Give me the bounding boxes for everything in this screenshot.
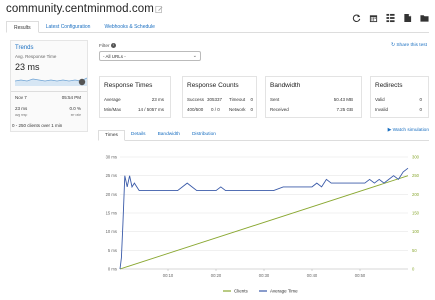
error-400-500-value: 0 / 0 (211, 107, 220, 112)
left-axis-tick-label: 15 ms (106, 211, 117, 216)
sent-label: Sent (270, 97, 280, 102)
network-label: Network (229, 107, 246, 112)
tab-latest-configuration[interactable]: Latest Configuration (39, 21, 98, 33)
trend-avg-resp: 23 ms (15, 106, 28, 111)
main-tabs: Results Latest Configuration Webhooks & … (6, 21, 429, 33)
share-link[interactable]: ↻ Share this test (391, 43, 427, 48)
left-axis-tick-label: 0 ms (108, 267, 117, 272)
valid-value: 0 (419, 97, 422, 102)
right-axis-tick-label: 300 (412, 155, 420, 160)
share-label: Share this test (396, 43, 427, 48)
right-axis-tick-label: 250 (412, 173, 420, 178)
tab-results[interactable]: Results (6, 21, 39, 33)
response-time-chart: 0 ms 5 ms 10 ms 15 ms 20 ms 25 ms 30 ms 0 50 100 1… (106, 155, 420, 294)
average-value: 23 ms (151, 97, 164, 102)
card-title-response-times: Response Times (104, 82, 153, 89)
x-axis-tick-label: 00:20 (211, 273, 222, 278)
bandwidth-card: Bandwidth Sent 50.43 MB Received 7.25 GB (265, 76, 362, 118)
average-label: Average (104, 97, 121, 102)
left-axis-tick-label: 20 ms (106, 192, 117, 197)
x-axis-tick-label: 00:40 (307, 273, 318, 278)
left-axis-tick-label: 25 ms (106, 173, 117, 178)
chart-tab-distribution[interactable]: Distribution (186, 130, 222, 141)
chart-tabs: Times Details Bandwidth Distribution (98, 130, 429, 141)
trend-marker (78, 78, 86, 86)
tab-webhooks-schedule[interactable]: Webhooks & Schedule (97, 21, 162, 33)
x-axis-tick-label: 00:50 (355, 273, 366, 278)
error-400-500-label: 400/500 (187, 107, 204, 112)
info-icon[interactable]: i (110, 43, 116, 48)
trends-panel[interactable]: Trends Avg. Response Time 23 ms Nov 7 05… (10, 40, 88, 132)
received-value: 7.25 GB (336, 107, 353, 112)
received-label: Received (270, 107, 289, 112)
trend-avg-resp-label: avg resp (15, 113, 28, 117)
trends-footer: 0 - 250 clients over 1 min (12, 123, 63, 128)
response-counts-card: Response Counts Success 305337 Timeout 0… (182, 76, 257, 118)
trend-err-rate: 0.0 % (69, 106, 81, 111)
trend-err-rate-label: err rate (70, 113, 81, 117)
timeout-label: Timeout (229, 97, 246, 102)
legend-label: Average Time (270, 289, 298, 294)
series-line-clients (119, 175, 409, 270)
response-times-card: Response Times Average 23 ms Min/Max 14 … (99, 76, 171, 118)
invalid-value: 0 (419, 107, 422, 112)
edit-icon[interactable] (155, 5, 163, 14)
filter-label: Filter i (99, 43, 116, 49)
trend-time: 05:54 PM (61, 95, 81, 100)
redirects-card: Redirects Valid 0 Invalid 0 (370, 76, 429, 118)
refresh-share-icon: ↻ (390, 43, 395, 48)
success-label: Success (187, 97, 205, 102)
left-axis-tick-label: 30 ms (106, 155, 117, 160)
x-axis-tick-label: 00:30 (259, 273, 270, 278)
card-title-bandwidth: Bandwidth (270, 82, 301, 89)
card-title-redirects: Redirects (375, 82, 403, 89)
play-icon: ▶ (387, 128, 392, 133)
chevron-down-icon: ⌄ (192, 53, 197, 59)
minmax-label: Min/Max (104, 107, 122, 112)
legend-label: Clients (234, 289, 249, 294)
watch-simulation-label: Watch simulation (392, 128, 429, 133)
card-title-response-counts: Response Counts (187, 82, 239, 89)
valid-label: Valid (375, 97, 385, 102)
page-header: community.centminmod.com (0, 0, 435, 23)
right-axis-tick-label: 200 (412, 192, 420, 197)
x-axis-tick-label: 00:10 (163, 273, 174, 278)
minmax-value: 14 / 5057 ms (137, 107, 164, 112)
url-filter-value: - All URLs - (103, 54, 126, 59)
sent-value: 50.43 MB (333, 97, 353, 102)
trend-sparkline (15, 77, 87, 86)
trend-date: Nov 7 (15, 95, 27, 100)
chart-tab-details[interactable]: Details (125, 130, 152, 141)
trends-subtitle: Avg. Response Time (15, 54, 57, 59)
left-axis-tick-label: 5 ms (108, 248, 117, 253)
series-line-average-time (119, 167, 409, 270)
right-axis-tick-label: 150 (412, 211, 420, 216)
left-axis-tick-label: 10 ms (106, 229, 117, 234)
url-filter-select[interactable]: - All URLs - ⌄ (99, 51, 201, 61)
invalid-label: Invalid (375, 107, 389, 112)
right-axis-tick-label: 0 (412, 267, 415, 272)
chart-tab-times[interactable]: Times (98, 130, 125, 141)
trends-value: 23 ms (15, 62, 40, 72)
site-title: community.centminmod.com (6, 3, 154, 15)
chart-tab-bandwidth[interactable]: Bandwidth (152, 130, 186, 141)
filter-label-text: Filter (99, 43, 110, 49)
success-value: 305337 (207, 97, 223, 102)
right-axis-tick-label: 100 (412, 229, 420, 234)
right-axis-tick-label: 50 (412, 248, 417, 253)
watch-simulation-link[interactable]: ▶ Watch simulation (388, 128, 429, 133)
timeout-value: 0 (250, 97, 253, 102)
trends-title: Trends (15, 45, 34, 51)
network-value: 0 (250, 107, 253, 112)
trend-detail: Nov 7 05:54 PM 23 ms 0.0 % avg resp err … (11, 91, 87, 117)
